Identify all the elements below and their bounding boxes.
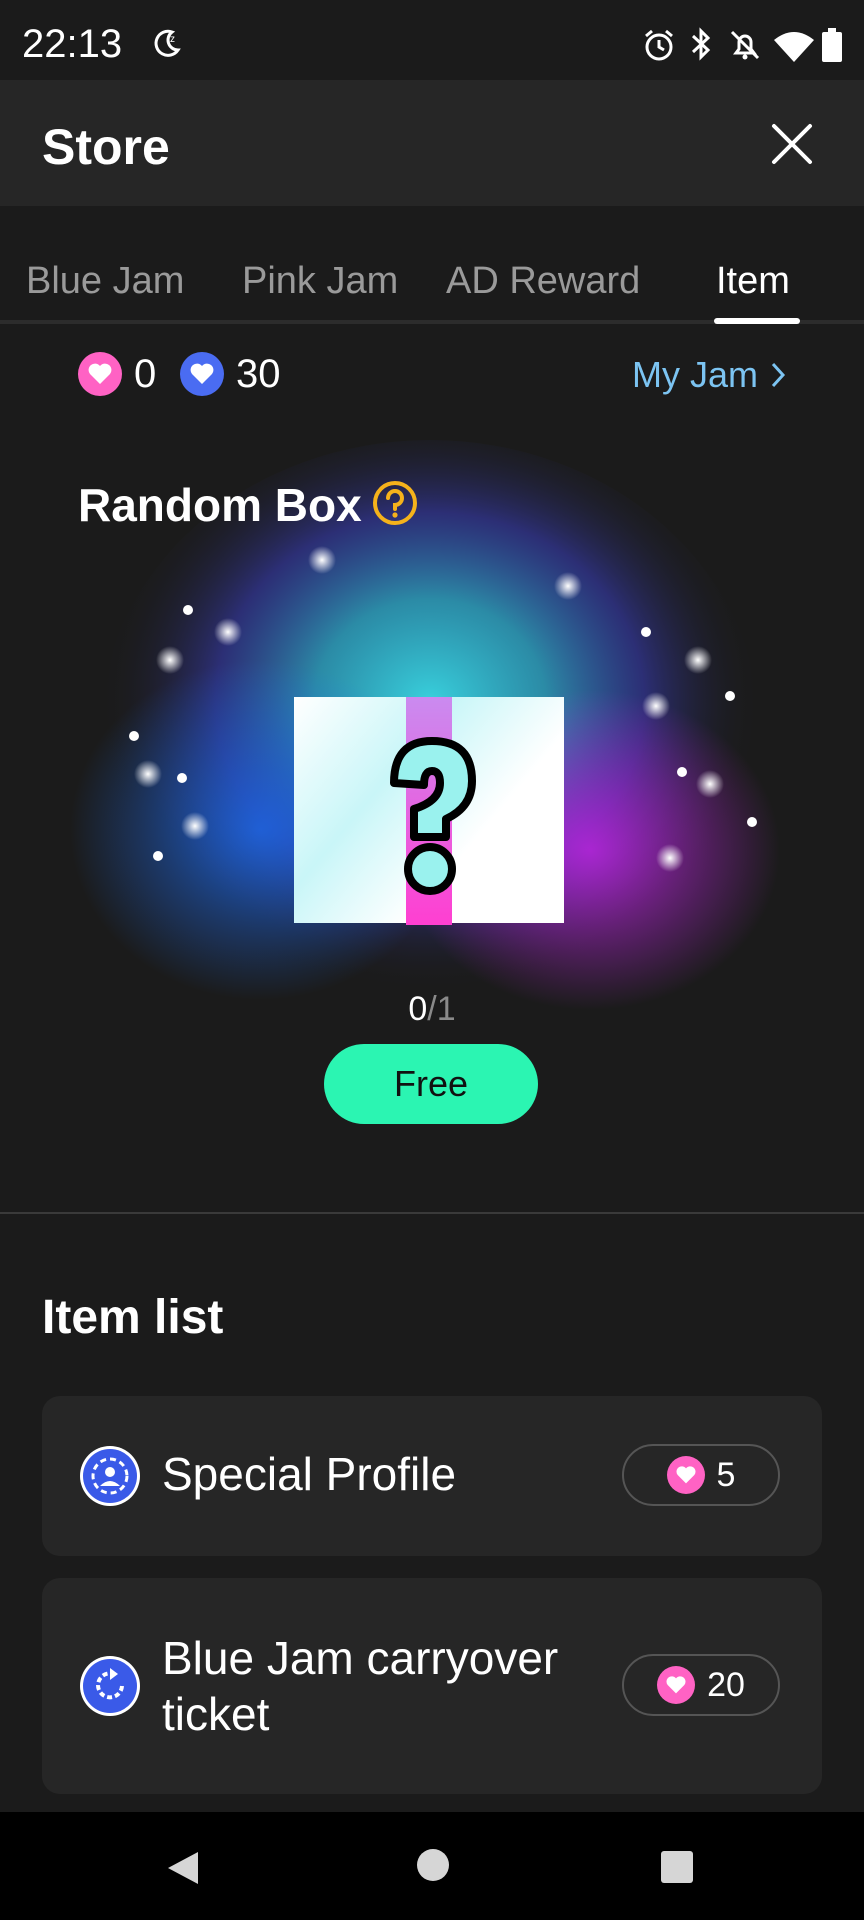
battery-icon [822,28,842,62]
item-name: Special Profile [162,1448,457,1500]
bluetooth-icon [691,27,711,61]
item-card-special-profile[interactable]: Special Profile 5 [42,1396,822,1556]
item-price: 20 [707,1665,745,1704]
tab-blue-jam[interactable]: Blue Jam [26,260,184,296]
blue-jam-count: 30 [236,352,281,396]
random-box-count-current: 0 [408,990,428,1028]
my-jam-label: My Jam [632,354,758,395]
pink-jam-count: 0 [134,352,157,396]
status-time: 22:13 [22,22,123,66]
item-price: 5 [716,1455,736,1494]
help-icon[interactable] [372,480,418,526]
home-icon[interactable] [416,1848,450,1882]
item-list-title: Item list [42,1291,224,1344]
close-icon[interactable] [764,116,820,172]
wifi-icon [774,32,814,62]
tab-ad-reward[interactable]: AD Reward [446,260,640,296]
bell-off-icon [730,30,760,60]
mystery-box-icon[interactable] [294,697,564,925]
section-divider [0,1212,864,1214]
pink-jam-icon [78,352,122,396]
item-card-blue-jam-carryover-ticket[interactable]: Blue Jam carryover ticket 20 [42,1578,822,1794]
blue-jam-icon [180,352,224,396]
my-jam-link[interactable]: My Jam [632,354,786,396]
profile-icon [80,1446,140,1506]
price-button[interactable]: 5 [622,1444,780,1506]
free-button[interactable]: Free [324,1044,538,1124]
pink-jam-icon [657,1666,696,1704]
recents-icon[interactable] [660,1850,694,1884]
back-icon[interactable] [164,1848,204,1888]
random-box-counter: 0/1 [0,990,864,1029]
chevron-right-icon [771,362,786,388]
tab-item[interactable]: Item [716,260,790,296]
page-title: Store [42,119,170,175]
tab-active-indicator [714,318,800,324]
svg-text:z: z [170,34,175,45]
tab-pink-jam[interactable]: Pink Jam [242,260,398,296]
refresh-icon [80,1656,140,1716]
item-name: Blue Jam carryover ticket [162,1632,559,1740]
price-button[interactable]: 20 [622,1654,780,1716]
pink-jam-icon [666,1456,705,1494]
random-box-count-total: /1 [427,990,456,1028]
random-box-title: Random Box [78,479,362,531]
alarm-icon [645,29,673,61]
moon-icon: z [154,29,181,57]
